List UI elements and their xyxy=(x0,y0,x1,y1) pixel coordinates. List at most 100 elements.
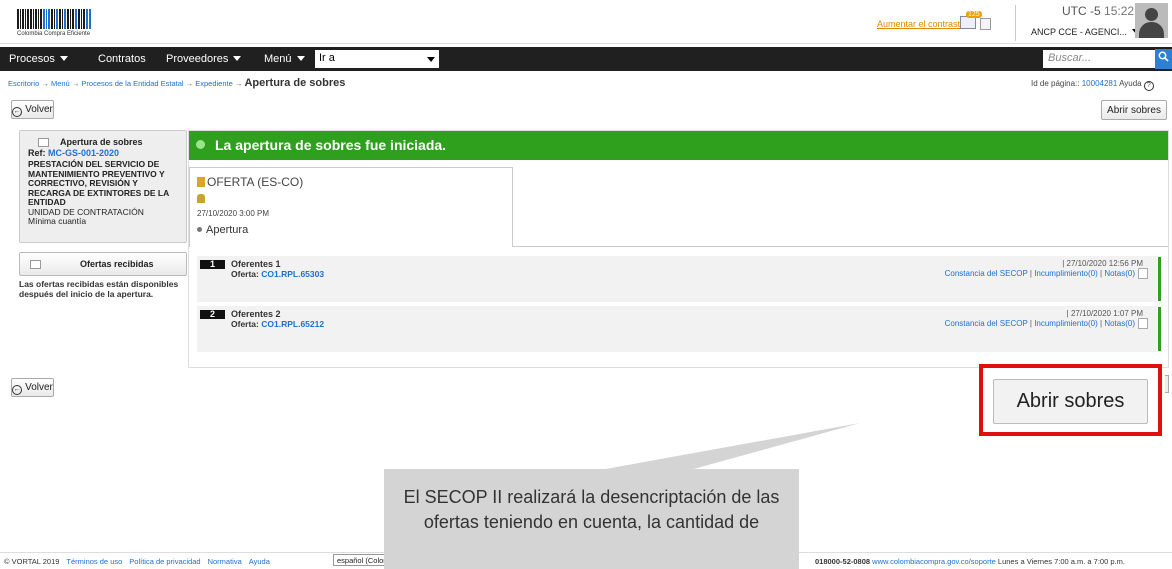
bullet-icon xyxy=(197,227,202,232)
offer-envelope-tab[interactable]: OFERTA (ES-CO) 27/10/2020 3:00 PM Apertu… xyxy=(189,167,513,247)
language-select[interactable]: español (Colombia) xyxy=(333,554,385,566)
support-link[interactable]: www.colombiacompra.gov.co/soporte xyxy=(872,557,996,566)
back-button-bottom[interactable]: ← Volver xyxy=(11,378,54,397)
breadcrumb-item[interactable]: Procesos de la Entidad Estatal xyxy=(81,79,183,88)
tab-date: 27/10/2020 3:00 PM xyxy=(197,209,270,218)
offer-date: | 27/10/2020 12:56 PM xyxy=(1062,259,1143,268)
nav-contratos[interactable]: Contratos xyxy=(98,53,146,65)
ref-link[interactable]: MC-GS-001-2020 xyxy=(48,148,119,158)
nav-menu[interactable]: Menú xyxy=(264,53,305,65)
chevron-down-icon xyxy=(59,56,68,61)
open-envelopes-button-zoomed[interactable]: Abrir sobres xyxy=(993,379,1148,424)
page-id-value[interactable]: 10004281 xyxy=(1082,79,1118,88)
tab-phase: Apertura xyxy=(206,224,249,236)
received-offers-section[interactable]: Ofertas recibidas xyxy=(19,252,187,276)
check-icon xyxy=(196,140,205,149)
offer-row[interactable]: 1 Oferentes 1 Oferta: CO1.RPL.65303 | 27… xyxy=(197,256,1161,302)
breadcrumb-item[interactable]: Escritorio xyxy=(8,79,39,88)
support-hours: Lunes a Viernes 7:00 a.m. a 7:00 p.m. xyxy=(997,557,1125,566)
page-id: Id de página:: 10004281 Ayuda ? xyxy=(1031,79,1157,91)
app-window: Colombia Compra Eficiente Aumentar el co… xyxy=(0,0,1172,569)
note-edit-icon[interactable] xyxy=(1138,318,1148,329)
status-banner: La apertura de sobres fue iniciada. xyxy=(189,131,1168,160)
open-envelopes-button[interactable]: Abrir sobres xyxy=(1101,100,1167,120)
document-icon[interactable] xyxy=(980,18,991,30)
nav-label: Proveedores xyxy=(166,53,229,65)
note-edit-icon[interactable] xyxy=(1138,268,1148,279)
top-header xyxy=(0,0,1172,44)
incumplimiento-link[interactable]: Incumplimiento(0) xyxy=(1034,269,1098,278)
process-reference: Ref: MC-GS-001-2020 xyxy=(24,148,182,159)
offer-number: 2 xyxy=(200,310,225,319)
ref-label: Ref: xyxy=(28,148,46,158)
breadcrumb-item[interactable]: Expediente xyxy=(195,79,233,88)
help-icon[interactable]: ? xyxy=(1143,81,1154,91)
nav-label: Procesos xyxy=(9,53,55,65)
envelope-icon xyxy=(197,177,205,187)
goto-select[interactable]: Ir a xyxy=(315,50,439,68)
arrow-left-icon: ← xyxy=(12,107,23,117)
status-indicator xyxy=(1158,257,1161,301)
offer-code-label: Oferta: xyxy=(231,319,259,329)
tab-title: OFERTA (ES-CO) xyxy=(207,175,304,189)
chevron-down-icon xyxy=(296,56,305,61)
help-link[interactable]: Ayuda xyxy=(1119,79,1142,88)
breadcrumb-arrow: → xyxy=(41,79,49,88)
open-envelopes-button-bottom[interactable] xyxy=(1165,375,1169,393)
logo[interactable]: Colombia Compra Eficiente xyxy=(17,9,111,39)
footer-link-regulation[interactable]: Normativa xyxy=(208,557,242,566)
received-offers-note: Las ofertas recibidas están disponibles … xyxy=(19,279,179,299)
header-divider xyxy=(1015,5,1016,41)
breadcrumb-item[interactable]: Menú xyxy=(51,79,70,88)
process-summary-panel: Apertura de sobres Ref: MC-GS-001-2020 P… xyxy=(19,130,187,243)
agency-selector[interactable]: ANCP CCE - AGENCI... xyxy=(1031,27,1140,37)
back-label: Volver xyxy=(25,104,53,115)
breadcrumb-arrow: → xyxy=(71,79,80,88)
lock-icon xyxy=(197,194,205,203)
search-button[interactable] xyxy=(1155,49,1172,69)
chevron-down-icon xyxy=(233,56,242,61)
notes-link[interactable]: Notas(0) xyxy=(1104,319,1135,328)
mail-count-badge: 125 xyxy=(966,11,982,18)
offer-code-link[interactable]: CO1.RPL.65303 xyxy=(261,269,324,279)
breadcrumb-arrow: → xyxy=(185,79,194,88)
arrow-left-icon: ← xyxy=(12,385,23,395)
nav-procesos[interactable]: Procesos xyxy=(9,53,68,65)
footer-link-help[interactable]: Ayuda xyxy=(249,557,270,566)
copyright: © VORTAL 2019 xyxy=(4,557,60,566)
status-indicator xyxy=(1158,307,1161,351)
constancia-link[interactable]: Constancia del SECOP xyxy=(945,269,1028,278)
nav-label: Contratos xyxy=(98,53,146,65)
folder-icon xyxy=(30,260,41,269)
search-input[interactable]: Buscar... xyxy=(1043,50,1155,68)
incumplimiento-link[interactable]: Incumplimiento(0) xyxy=(1034,319,1098,328)
avatar[interactable] xyxy=(1135,3,1168,38)
barcode-logo-icon xyxy=(17,9,111,29)
offer-code-label: Oferta: xyxy=(231,269,259,279)
offer-date: | 27/10/2020 1:07 PM xyxy=(1066,309,1143,318)
nav-proveedores[interactable]: Proveedores xyxy=(166,53,242,65)
offer-bidder: Oferentes 2 xyxy=(231,309,281,319)
utc-label: UTC -5 xyxy=(1062,4,1101,18)
contrast-link[interactable]: Aumentar el contraste xyxy=(877,19,965,29)
status-message: La apertura de sobres fue iniciada. xyxy=(215,137,447,153)
offer-number: 1 xyxy=(200,260,225,269)
constancia-link[interactable]: Constancia del SECOP xyxy=(945,319,1028,328)
footer-link-privacy[interactable]: Política de privacidad xyxy=(129,557,200,566)
process-modality: Mínima cuantía xyxy=(28,216,87,226)
offer-code-link[interactable]: CO1.RPL.65212 xyxy=(261,319,324,329)
footer-link-terms[interactable]: Términos de uso xyxy=(66,557,122,566)
breadcrumb-arrow: → xyxy=(234,79,243,88)
back-button[interactable]: ← Volver xyxy=(11,100,54,119)
notes-link[interactable]: Notas(0) xyxy=(1104,269,1135,278)
logo-caption: Colombia Compra Eficiente xyxy=(17,31,91,37)
back-label: Volver xyxy=(25,382,53,393)
search-icon xyxy=(1158,51,1169,62)
breadcrumb: Escritorio → Menú → Procesos de la Entid… xyxy=(8,77,345,89)
chevron-down-icon xyxy=(427,57,435,62)
page-title: Apertura de sobres xyxy=(244,77,346,89)
callout-tooltip: El SECOP II realizará la desencriptación… xyxy=(384,469,799,569)
folder-icon xyxy=(38,138,49,147)
agency-name: ANCP CCE - AGENCI... xyxy=(1031,27,1127,37)
offer-row[interactable]: 2 Oferentes 2 Oferta: CO1.RPL.65212 | 27… xyxy=(197,306,1161,352)
